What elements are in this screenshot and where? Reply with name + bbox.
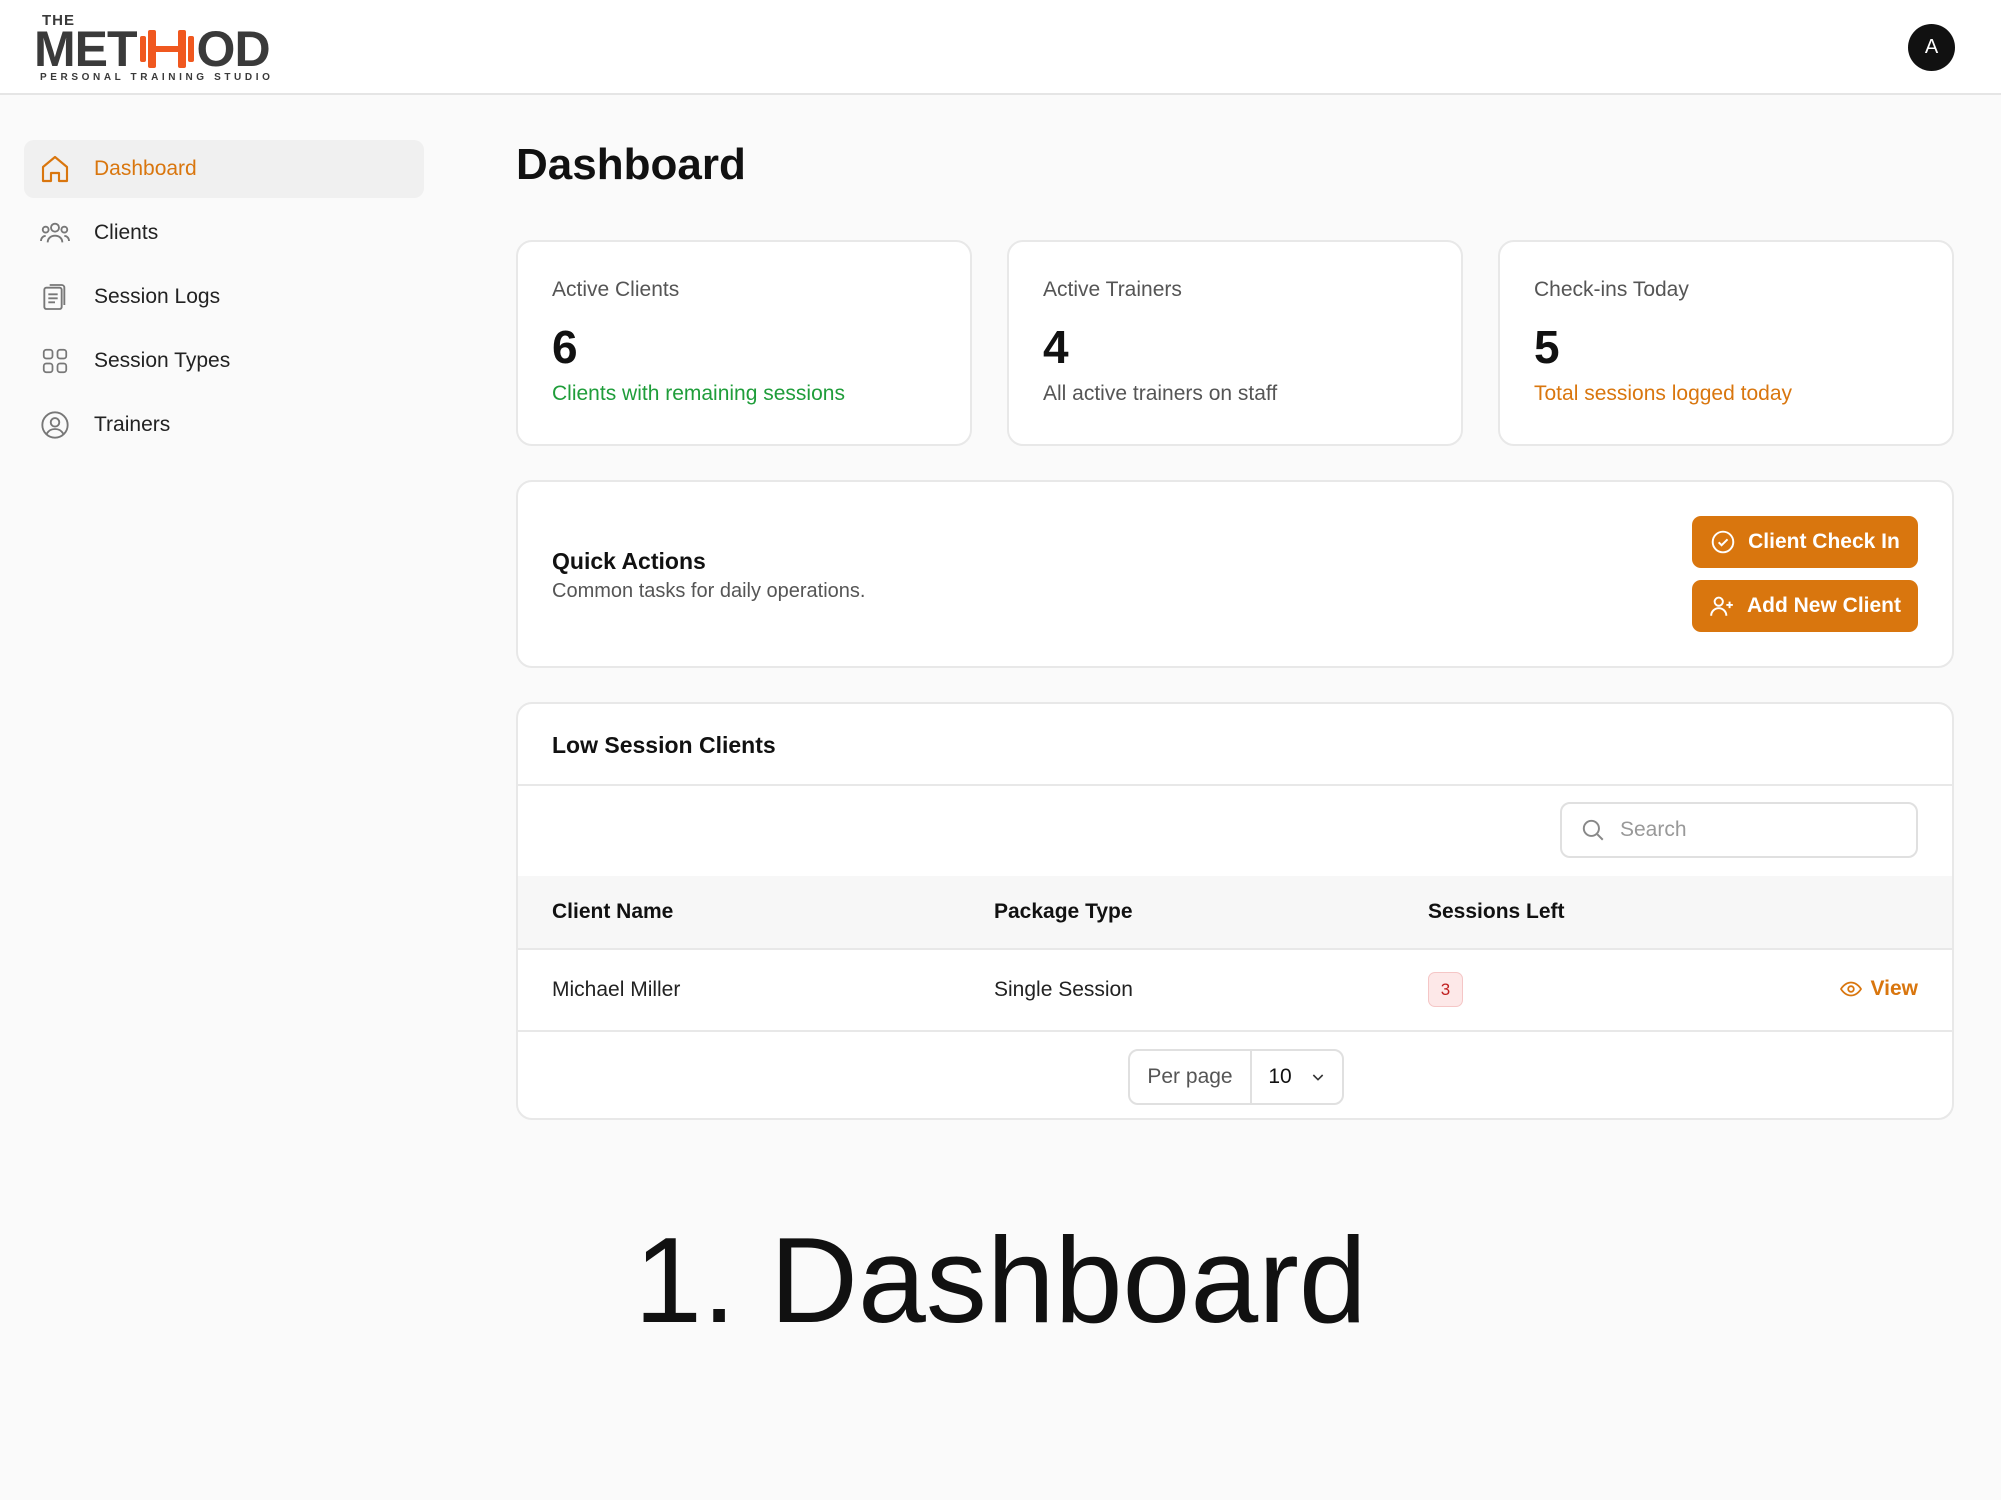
stat-label: Check-ins Today [1534, 278, 1689, 301]
sidebar: Dashboard Clients Session Logs Session T… [24, 140, 424, 460]
view-client-link[interactable]: View [1839, 977, 1918, 1001]
stat-description: Clients with remaining sessions [552, 382, 845, 405]
logo-subtitle: PERSONAL TRAINING STUDIO [40, 72, 274, 83]
quick-actions-subtitle: Common tasks for daily operations. [552, 580, 866, 602]
slide-caption: 1. Dashboard [634, 1212, 1367, 1348]
package-type-cell: Single Session [994, 978, 1133, 1001]
sidebar-item-clients[interactable]: Clients [24, 204, 424, 262]
column-header-package-type[interactable]: Package Type [994, 900, 1133, 924]
view-link-label: View [1870, 977, 1918, 1000]
logo-left-text: MET [34, 21, 138, 77]
column-header-sessions-left[interactable]: Sessions Left [1428, 900, 1565, 924]
per-page-selector: Per page 10 [1128, 1049, 1344, 1105]
stat-card-active-clients: Active Clients 6 Clients with remaining … [516, 240, 972, 446]
sidebar-item-dashboard[interactable]: Dashboard [24, 140, 424, 198]
table-header: Client Name Package Type Sessions Left [518, 876, 1952, 948]
stat-value: 5 [1534, 321, 1560, 373]
client-name-cell: Michael Miller [552, 978, 681, 1001]
add-new-client-label: Add New Client [1746, 594, 1901, 617]
page-title: Dashboard [516, 140, 746, 189]
sidebar-item-label: Dashboard [94, 157, 197, 180]
check-circle-icon [1711, 530, 1735, 554]
top-bar: THE MET OD PERSONAL TRAINING STUDIO A [0, 0, 2001, 95]
stat-description: Total sessions logged today [1534, 382, 1792, 405]
user-circle-icon [38, 408, 72, 442]
stat-value: 4 [1043, 321, 1069, 373]
sidebar-item-session-logs[interactable]: Session Logs [24, 268, 424, 326]
client-check-in-button[interactable]: Client Check In [1692, 516, 1918, 568]
grid-icon [38, 344, 72, 378]
logo-wordmark: MET OD [34, 21, 271, 77]
brand-logo[interactable]: THE MET OD PERSONAL TRAINING STUDIO [34, 12, 271, 84]
chevron-down-icon [1312, 1074, 1323, 1081]
stat-label: Active Trainers [1043, 278, 1182, 301]
sidebar-item-trainers[interactable]: Trainers [24, 396, 424, 454]
user-avatar[interactable]: A [1908, 24, 1955, 71]
search-box[interactable] [1560, 802, 1918, 858]
add-new-client-button[interactable]: Add New Client [1692, 580, 1918, 632]
sidebar-item-label: Trainers [94, 413, 171, 436]
per-page-value: 10 [1268, 1065, 1292, 1088]
dumbbell-h-icon [139, 30, 194, 68]
table-row: Michael Miller Single Session 3 View [518, 950, 1952, 1030]
quick-actions-title: Quick Actions [552, 548, 706, 574]
low-session-title: Low Session Clients [552, 732, 776, 758]
logo-right-text: OD [196, 21, 271, 77]
per-page-label: Per page [1130, 1051, 1252, 1103]
column-header-client-name[interactable]: Client Name [552, 900, 673, 924]
search-input[interactable] [1620, 818, 1900, 842]
quick-actions-card: Quick Actions Common tasks for daily ope… [516, 480, 1954, 668]
per-page-select[interactable]: 10 [1252, 1051, 1342, 1103]
client-check-in-label: Client Check In [1748, 530, 1900, 553]
divider [518, 1030, 1952, 1032]
sidebar-item-session-types[interactable]: Session Types [24, 332, 424, 390]
sidebar-item-label: Clients [94, 221, 159, 244]
stat-value: 6 [552, 321, 578, 373]
stat-card-active-trainers: Active Trainers 4 All active trainers on… [1007, 240, 1463, 446]
stat-card-checkins-today: Check-ins Today 5 Total sessions logged … [1498, 240, 1954, 446]
stat-description: All active trainers on staff [1043, 382, 1278, 405]
sidebar-item-label: Session Types [94, 349, 231, 372]
divider [518, 784, 1952, 786]
clipboard-icon [38, 280, 72, 314]
user-plus-icon [1710, 596, 1733, 616]
sidebar-item-label: Session Logs [94, 285, 221, 308]
users-icon [38, 216, 72, 250]
eye-icon [1839, 981, 1862, 997]
home-icon [38, 152, 72, 186]
sessions-left-badge: 3 [1428, 972, 1463, 1007]
stat-label: Active Clients [552, 278, 680, 301]
low-session-clients-card: Low Session Clients Client Name Package … [516, 702, 1954, 1120]
search-icon [1582, 819, 1604, 841]
